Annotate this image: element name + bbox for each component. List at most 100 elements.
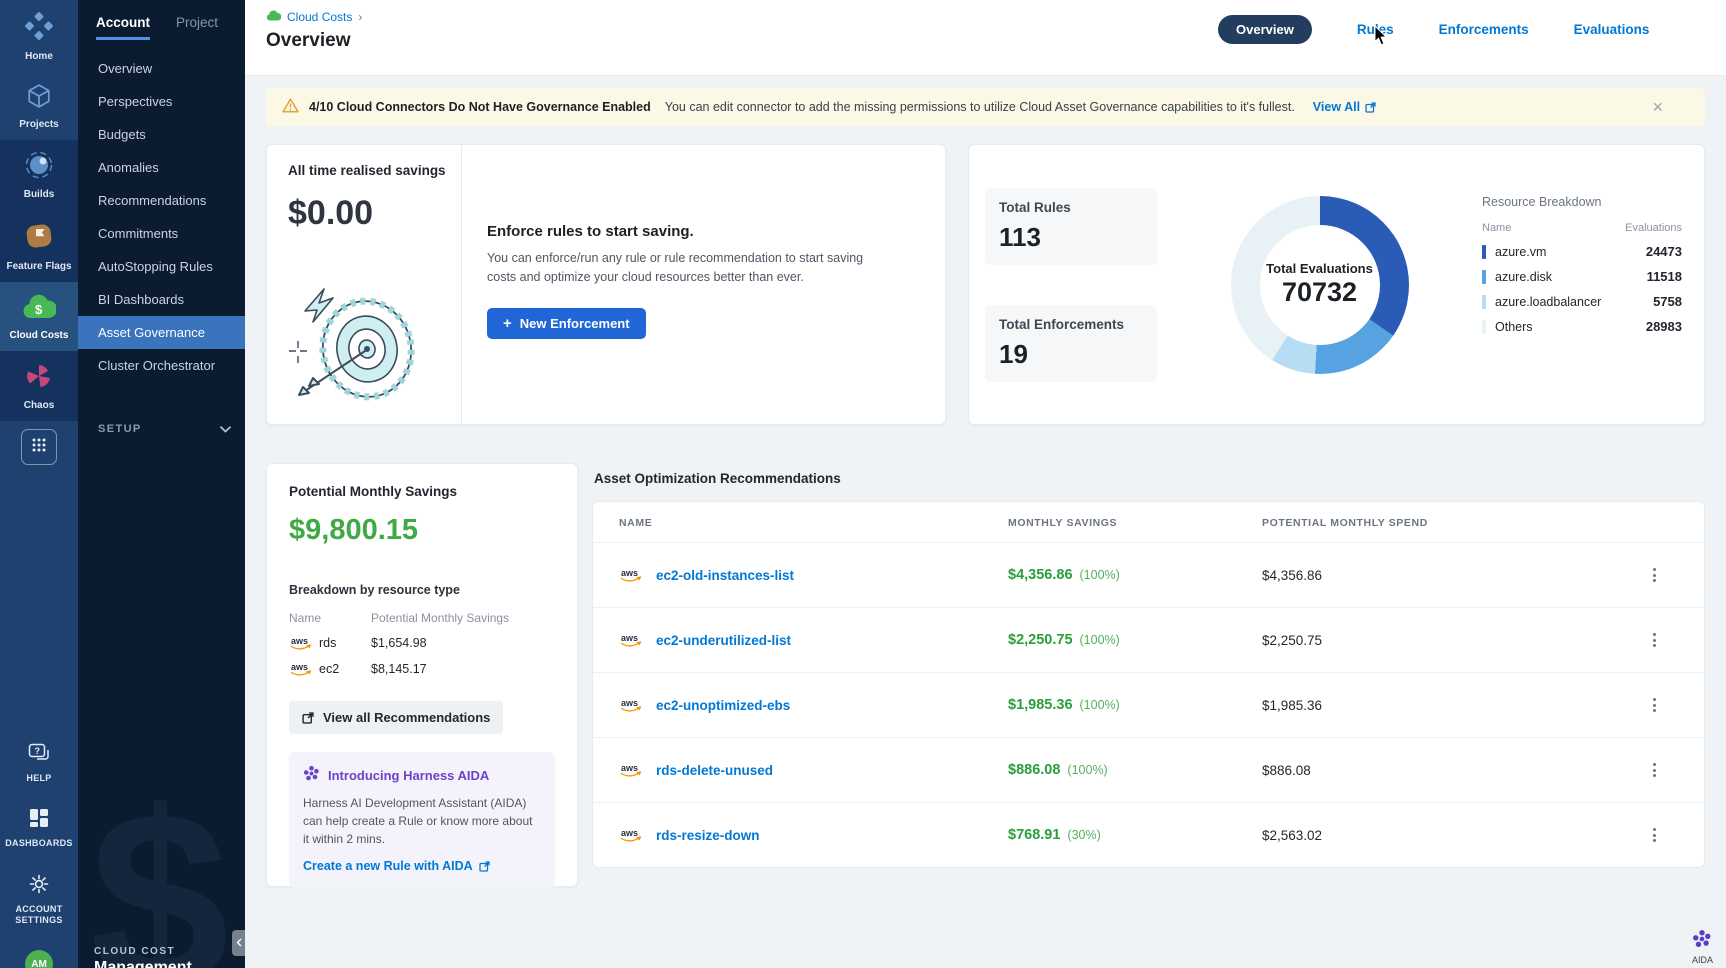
aws-icon: aws [289,661,313,677]
legend-value: 5758 [1653,294,1682,309]
sidebar-item-feature-flags[interactable]: Feature Flags [0,210,78,282]
tab-evaluations[interactable]: Evaluations [1574,22,1650,37]
row-menu-button[interactable] [1630,694,1678,716]
resource-savings: $8,145.17 [371,662,555,676]
sidebar-item-label: Cloud Costs [10,330,69,342]
aida-title: Introducing Harness AIDA [328,768,489,783]
legend-col-evaluations: Evaluations [1625,222,1682,234]
recommendation-link[interactable]: aws ec2-unoptimized-ebs [619,697,1008,713]
savings-percent: (100%) [1080,698,1120,712]
breadcrumb-separator: › [358,10,362,24]
aida-create-rule-link[interactable]: Create a new Rule with AIDA [303,859,490,873]
sidebar-item-asset-governance[interactable]: Asset Governance [78,316,245,349]
potential-spend-value: $886.08 [1262,763,1630,778]
dashboards-icon [29,808,49,833]
sidebar-item-anomalies[interactable]: Anomalies [78,151,245,184]
governance-warning-banner: 4/10 Cloud Connectors Do Not Have Govern… [266,88,1705,126]
aws-icon: aws [619,762,643,778]
sidebar-item-recommendations[interactable]: Recommendations [78,184,245,217]
savings-percent: (100%) [1067,763,1107,777]
target-illustration [279,267,419,412]
sidebar-item-bi-dashboards[interactable]: BI Dashboards [78,283,245,316]
dashboards-label: DASHBOARDS [5,838,73,849]
tab-rules[interactable]: Rules [1357,22,1394,37]
user-avatar[interactable]: AM [25,950,53,968]
breakdown-title: Breakdown by resource type [289,583,555,597]
tab-account[interactable]: Account [96,15,150,40]
sidebar-item-budgets[interactable]: Budgets [78,118,245,151]
savings-percent: (30%) [1067,828,1100,842]
row-menu-button[interactable] [1630,629,1678,651]
tab-project[interactable]: Project [176,15,218,40]
rail-bottom: ? HELP DASHBOARDS ACCOUNT S [0,743,78,968]
monthly-savings-value: $2,250.75(100%) [1008,632,1262,648]
new-enforcement-button[interactable]: + New Enforcement [487,308,646,339]
sidebar-item-home[interactable]: Home [0,0,78,72]
monthly-savings-value: $886.08(100%) [1008,762,1262,778]
total-enforcements-value: 19 [999,339,1143,370]
sidenav-collapse-handle[interactable] [232,930,245,956]
evaluations-donut-chart: Total Evaluations 70732 [1231,196,1409,374]
legend-value: 28983 [1646,319,1682,334]
potential-savings-title: Potential Monthly Savings [289,484,555,499]
donut-center-value: 70732 [1282,277,1357,308]
legend-col-name: Name [1482,222,1511,234]
total-enforcements-stat: Total Enforcements 19 [985,305,1157,382]
product-name: CLOUD COST Management [94,946,192,968]
sidebar-item-builds[interactable]: Builds [0,140,78,210]
recommendation-link[interactable]: aws ec2-underutilized-list [619,632,1008,648]
legend-row: azure.loadbalancer 5758 [1482,294,1682,309]
col-monthly-savings: MONTHLY SAVINGS [1008,517,1262,529]
tab-overview[interactable]: Overview [1218,15,1312,44]
module-switcher-button[interactable] [21,429,57,465]
sidebar-item-label: Feature Flags [6,261,71,273]
sidebar-item-perspectives[interactable]: Perspectives [78,85,245,118]
legend-title: Resource Breakdown [1482,195,1682,209]
recommendations-table: NAME MONTHLY SAVINGS POTENTIAL MONTHLY S… [592,501,1705,868]
view-all-recommendations-button[interactable]: View all Recommendations [289,701,503,734]
breakdown-col-name: Name [289,611,371,625]
monthly-savings-value: $1,985.36(100%) [1008,697,1262,713]
banner-view-all-link[interactable]: View All [1313,100,1376,114]
sidebar-item-projects[interactable]: Projects [0,72,78,140]
account-settings-button[interactable]: ACCOUNT SETTINGS [0,874,78,927]
breadcrumb-link[interactable]: Cloud Costs [287,10,352,24]
sidebar-item-overview[interactable]: Overview [78,52,245,85]
sidebar-item-cloud-costs[interactable]: $ Cloud Costs [0,282,78,351]
monthly-savings-value: $768.91(30%) [1008,827,1262,843]
recommendation-link[interactable]: aws ec2-old-instances-list [619,567,1008,583]
breakdown-row: aws ec2 $8,145.17 [289,661,555,677]
help-button[interactable]: ? HELP [26,743,51,784]
breakdown-row: aws rds $1,654.98 [289,635,555,651]
aida-assistant-button[interactable]: AIDA [1692,929,1713,965]
banner-close-icon[interactable]: × [1652,98,1663,116]
row-menu-button[interactable] [1630,759,1678,781]
realised-savings-amount: $0.00 [288,194,461,233]
legend-name: Others [1495,320,1646,334]
resource-savings: $1,654.98 [371,636,555,650]
row-menu-button[interactable] [1630,564,1678,586]
sidebar-item-autostopping-rules[interactable]: AutoStopping Rules [78,250,245,283]
setup-section-toggle[interactable]: SETUP [78,412,245,446]
svg-text:aws: aws [621,633,638,643]
sidebar-item-cluster-orchestrator[interactable]: Cluster Orchestrator [78,349,245,382]
recommendation-link[interactable]: aws rds-delete-unused [619,762,1008,778]
breakdown-header: Name Potential Monthly Savings [289,611,555,625]
sidebar-item-commitments[interactable]: Commitments [78,217,245,250]
scope-tabs: Account Project [78,0,245,40]
sidebar-item-chaos[interactable]: Chaos [0,351,78,421]
aws-icon: aws [619,567,643,583]
aws-icon: aws [619,697,643,713]
recommendations-row: Potential Monthly Savings $9,800.15 Brea… [266,463,1705,887]
resource-breakdown-legend: Resource Breakdown Name Evaluations azur… [1482,145,1682,424]
module-rail: Home Projects Builds Feature Flags [0,0,78,968]
recommendation-link[interactable]: aws rds-resize-down [619,827,1008,843]
dashboards-button[interactable]: DASHBOARDS [5,808,73,849]
aida-promo-panel: Introducing Harness AIDA Harness AI Deve… [289,752,555,888]
realised-savings-card: All time realised savings $0.00 [266,144,946,425]
builds-icon [25,151,53,184]
legend-name: azure.disk [1495,270,1647,284]
help-icon: ? [28,743,50,768]
tab-enforcements[interactable]: Enforcements [1439,22,1529,37]
row-menu-button[interactable] [1630,824,1678,846]
